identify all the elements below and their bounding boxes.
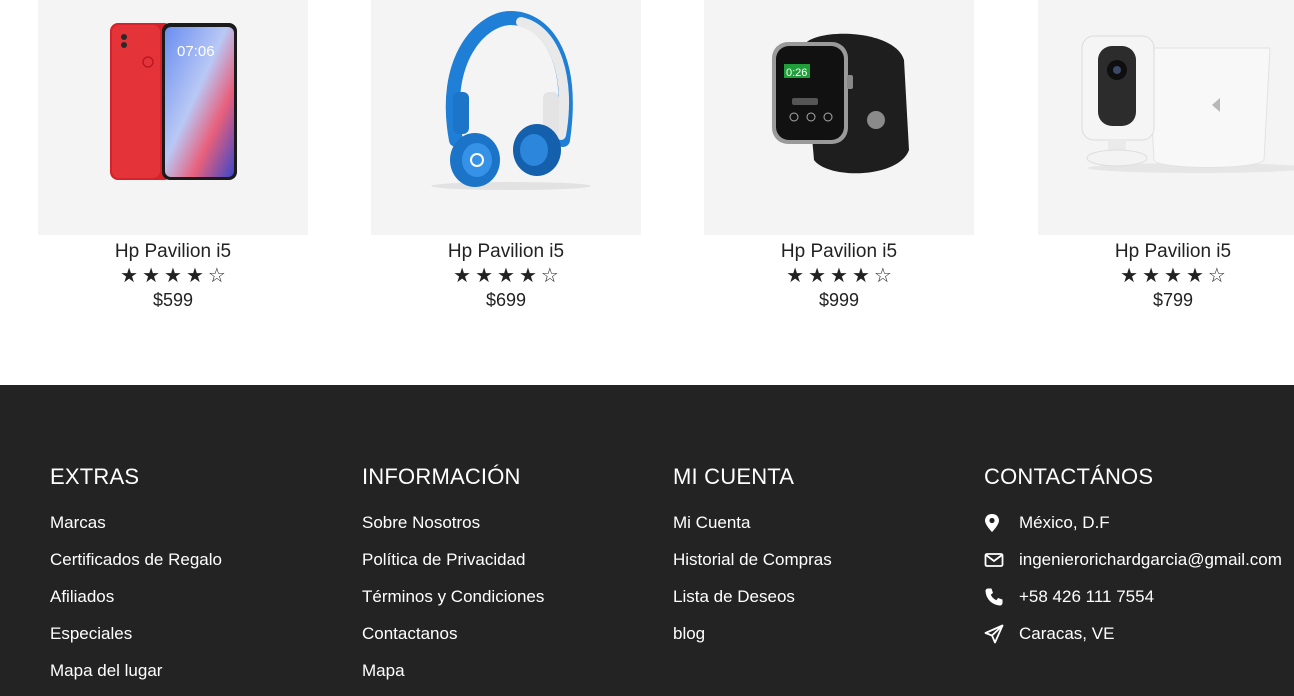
product-image-link[interactable] bbox=[371, 0, 641, 235]
contact-location: México, D.F bbox=[984, 513, 1282, 550]
footer-link-mi-cuenta[interactable]: Mi Cuenta bbox=[673, 513, 750, 532]
contact-location-text: México, D.F bbox=[1019, 513, 1110, 532]
product-image-link[interactable] bbox=[1038, 0, 1294, 235]
footer-link-blog[interactable]: blog bbox=[673, 624, 705, 643]
product-image-link[interactable]: 0:26 bbox=[704, 0, 974, 235]
footer-link-mapa-lugar[interactable]: Mapa del lugar bbox=[50, 661, 162, 680]
product-price: $599 bbox=[152, 290, 194, 310]
product-name[interactable]: Hp Pavilion i5 bbox=[704, 241, 974, 263]
footer-link-contactanos[interactable]: Contactanos bbox=[362, 624, 457, 643]
contact-city-text: Caracas, VE bbox=[1019, 624, 1115, 643]
paper-plane-icon bbox=[984, 624, 1019, 644]
product-card: Hp Pavilion i5 ★★★★☆ $699 bbox=[371, 0, 641, 311]
footer-extras-title: EXTRAS bbox=[50, 464, 140, 489]
envelope-icon bbox=[984, 550, 1019, 570]
footer-extras-column: EXTRAS Marcas Certificados de Regalo Afi… bbox=[50, 463, 222, 696]
rating-stars: ★★★★☆ bbox=[453, 265, 563, 287]
phone-icon bbox=[984, 587, 1019, 607]
blue-headphones-image bbox=[431, 10, 591, 190]
footer-contacto-title: CONTACTÁNOS bbox=[984, 464, 1154, 489]
rating-stars: ★★★★☆ bbox=[120, 265, 230, 287]
product-grid: 07:06 Hp Pavilion i5 ★★★★☆ $599 Hp Pavil… bbox=[0, 0, 1294, 385]
footer-link-mapa[interactable]: Mapa bbox=[362, 661, 405, 680]
product-card: Hp Pavilion i5 ★★★★☆ $799 bbox=[1038, 0, 1294, 311]
map-marker-icon bbox=[984, 513, 1019, 533]
contact-email-link[interactable]: ingenierorichardgarcia@gmail.com bbox=[1019, 550, 1282, 570]
footer-link-certificados[interactable]: Certificados de Regalo bbox=[50, 550, 222, 569]
security-camera-image bbox=[1081, 35, 1294, 173]
footer-link-especiales[interactable]: Especiales bbox=[50, 624, 132, 643]
product-name[interactable]: Hp Pavilion i5 bbox=[38, 241, 308, 263]
svg-text:0:26: 0:26 bbox=[786, 67, 807, 79]
footer-link-deseos[interactable]: Lista de Deseos bbox=[673, 587, 795, 606]
product-card: 07:06 Hp Pavilion i5 ★★★★☆ $599 bbox=[38, 0, 308, 311]
product-image-link[interactable]: 07:06 bbox=[38, 0, 308, 235]
product-name[interactable]: Hp Pavilion i5 bbox=[371, 241, 641, 263]
footer-link-marcas[interactable]: Marcas bbox=[50, 513, 106, 532]
footer-informacion-column: INFORMACIÓN Sobre Nosotros Política de P… bbox=[362, 463, 544, 696]
footer-mi-cuenta-column: MI CUENTA Mi Cuenta Historial de Compras… bbox=[673, 463, 832, 661]
contact-phone: +58 426 111 7554 bbox=[984, 587, 1282, 624]
product-price: $999 bbox=[818, 290, 860, 310]
smartwatch-image: 0:26 bbox=[772, 33, 909, 174]
footer-informacion-title: INFORMACIÓN bbox=[362, 464, 521, 489]
footer-link-historial[interactable]: Historial de Compras bbox=[673, 550, 832, 569]
footer-link-terminos[interactable]: Términos y Condiciones bbox=[362, 587, 544, 606]
footer-contacto-column: CONTACTÁNOS México, D.F ingenierorichard… bbox=[984, 463, 1282, 661]
rating-stars: ★★★★☆ bbox=[786, 265, 896, 287]
footer-mi-cuenta-title: MI CUENTA bbox=[673, 464, 795, 489]
product-name[interactable]: Hp Pavilion i5 bbox=[1038, 241, 1294, 263]
red-smartphone-image: 07:06 bbox=[110, 23, 237, 180]
rating-stars: ★★★★☆ bbox=[1120, 265, 1230, 287]
footer-link-afiliados[interactable]: Afiliados bbox=[50, 587, 114, 606]
footer-link-privacidad[interactable]: Política de Privacidad bbox=[362, 550, 525, 569]
footer-link-sobre-nosotros[interactable]: Sobre Nosotros bbox=[362, 513, 480, 532]
contact-email: ingenierorichardgarcia@gmail.com bbox=[984, 550, 1282, 587]
contact-city: Caracas, VE bbox=[984, 624, 1282, 661]
product-card: 0:26 Hp Pavilion i5 ★★★★☆ $999 bbox=[704, 0, 974, 311]
product-price: $699 bbox=[485, 290, 527, 310]
svg-text:07:06: 07:06 bbox=[177, 43, 215, 60]
contact-phone-text: +58 426 111 7554 bbox=[1019, 587, 1155, 606]
site-footer: EXTRAS Marcas Certificados de Regalo Afi… bbox=[0, 385, 1294, 696]
product-price: $799 bbox=[1152, 290, 1194, 310]
